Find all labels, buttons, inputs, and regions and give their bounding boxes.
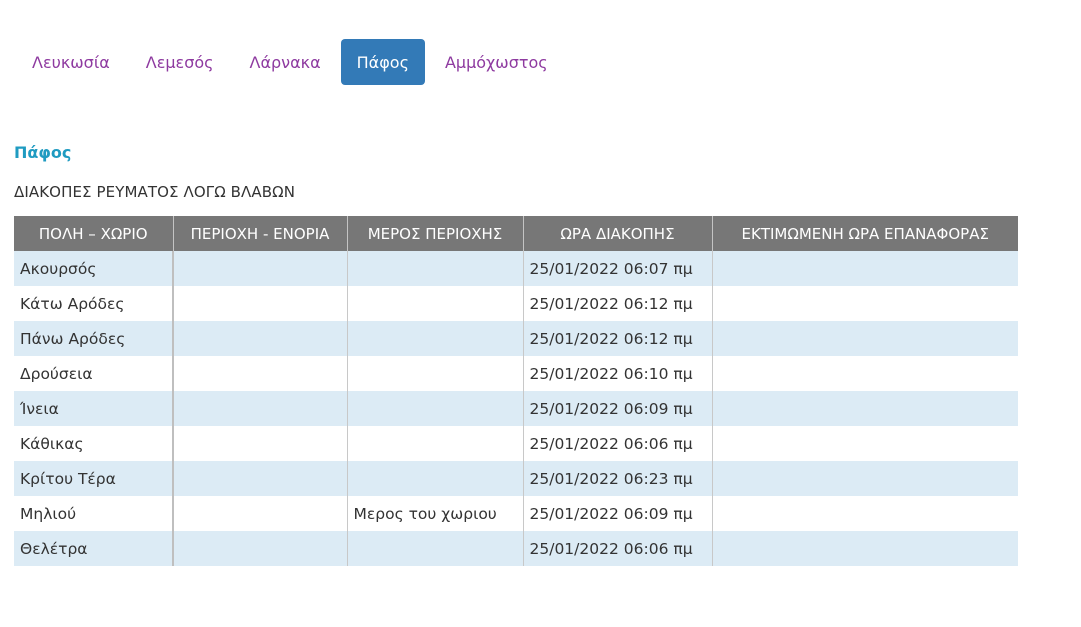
- cell-area-part: Μερος του χωριου: [347, 496, 524, 531]
- cell-area-parish: [173, 391, 348, 426]
- district-tabs: Λευκωσία Λεμεσός Λάρνακα Πάφος Αμμόχωστο…: [16, 39, 568, 85]
- table-row: Πάνω Αρόδες 25/01/2022 06:12 πμ: [14, 321, 1018, 356]
- cell-estimated-restore: [712, 531, 1018, 566]
- cell-village: Δρούσεια: [14, 356, 174, 391]
- tab-larnaka[interactable]: Λάρνακα: [234, 39, 337, 85]
- cell-area-part: [347, 531, 524, 566]
- cell-village: Πάνω Αρόδες: [14, 321, 174, 356]
- cell-area-part: [347, 251, 524, 286]
- cell-village: Ίνεια: [14, 391, 174, 426]
- cell-outage-time: 25/01/2022 06:09 πμ: [523, 496, 713, 531]
- cell-outage-time: 25/01/2022 06:10 πμ: [523, 356, 713, 391]
- tab-lefkosia[interactable]: Λευκωσία: [16, 39, 126, 85]
- cell-area-part: [347, 356, 524, 391]
- cell-estimated-restore: [712, 496, 1018, 531]
- cell-area-parish: [173, 461, 348, 496]
- cell-outage-time: 25/01/2022 06:06 πμ: [523, 426, 713, 461]
- header-area-parish: ΠΕΡΙΟΧΗ - ΕΝΟΡΙΑ: [173, 216, 348, 251]
- table-row: Ίνεια 25/01/2022 06:09 πμ: [14, 391, 1018, 426]
- tab-pafos[interactable]: Πάφος: [340, 39, 425, 85]
- tab-ammochostos[interactable]: Αμμόχωστος: [429, 39, 564, 85]
- cell-area-parish: [173, 426, 348, 461]
- table-row: Δρούσεια 25/01/2022 06:10 πμ: [14, 356, 1018, 391]
- cell-area-part: [347, 286, 524, 321]
- cell-outage-time: 25/01/2022 06:06 πμ: [523, 531, 713, 566]
- cell-outage-time: 25/01/2022 06:23 πμ: [523, 461, 713, 496]
- cell-outage-time: 25/01/2022 06:12 πμ: [523, 321, 713, 356]
- cell-area-parish: [173, 356, 348, 391]
- section-subtitle: ΔΙΑΚΟΠΕΣ ΡΕΥΜΑΤΟΣ ΛΟΓΩ ΒΛΑΒΩΝ: [14, 183, 296, 201]
- table-row: Μηλιού Μερος του χωριου 25/01/2022 06:09…: [14, 496, 1018, 531]
- tab-lemesos[interactable]: Λεμεσός: [130, 39, 230, 85]
- cell-outage-time: 25/01/2022 06:09 πμ: [523, 391, 713, 426]
- cell-area-part: [347, 321, 524, 356]
- cell-estimated-restore: [712, 356, 1018, 391]
- cell-area-part: [347, 461, 524, 496]
- table-row: Κάτω Αρόδες 25/01/2022 06:12 πμ: [14, 286, 1018, 321]
- cell-village: Κάτω Αρόδες: [14, 286, 174, 321]
- header-estimated-restore: ΕΚΤΙΜΩΜΕΝΗ ΩΡΑ ΕΠΑΝΑΦΟΡΑΣ: [712, 216, 1018, 251]
- header-outage-time: ΩΡΑ ΔΙΑΚΟΠΗΣ: [523, 216, 713, 251]
- cell-estimated-restore: [712, 461, 1018, 496]
- header-area-part: ΜΕΡΟΣ ΠΕΡΙΟΧΗΣ: [347, 216, 524, 251]
- cell-area-parish: [173, 251, 348, 286]
- cell-area-parish: [173, 286, 348, 321]
- table-header-row: ΠΟΛΗ – ΧΩΡΙΟ ΠΕΡΙΟΧΗ - ΕΝΟΡΙΑ ΜΕΡΟΣ ΠΕΡΙ…: [14, 216, 1018, 251]
- cell-area-part: [347, 391, 524, 426]
- cell-area-parish: [173, 321, 348, 356]
- cell-estimated-restore: [712, 286, 1018, 321]
- cell-area-parish: [173, 531, 348, 566]
- table-row: Κρίτου Τέρα 25/01/2022 06:23 πμ: [14, 461, 1018, 496]
- cell-estimated-restore: [712, 251, 1018, 286]
- table-row: Ακουρσός 25/01/2022 06:07 πμ: [14, 251, 1018, 286]
- cell-outage-time: 25/01/2022 06:12 πμ: [523, 286, 713, 321]
- table-row: Θελέτρα 25/01/2022 06:06 πμ: [14, 531, 1018, 566]
- cell-village: Θελέτρα: [14, 531, 174, 566]
- section-title: Πάφος: [14, 143, 72, 162]
- cell-area-part: [347, 426, 524, 461]
- cell-village: Κάθικας: [14, 426, 174, 461]
- cell-area-parish: [173, 496, 348, 531]
- outages-table: ΠΟΛΗ – ΧΩΡΙΟ ΠΕΡΙΟΧΗ - ΕΝΟΡΙΑ ΜΕΡΟΣ ΠΕΡΙ…: [14, 216, 1018, 566]
- cell-village: Μηλιού: [14, 496, 174, 531]
- table-row: Κάθικας 25/01/2022 06:06 πμ: [14, 426, 1018, 461]
- cell-estimated-restore: [712, 321, 1018, 356]
- cell-estimated-restore: [712, 426, 1018, 461]
- cell-village: Ακουρσός: [14, 251, 174, 286]
- cell-estimated-restore: [712, 391, 1018, 426]
- cell-outage-time: 25/01/2022 06:07 πμ: [523, 251, 713, 286]
- header-village: ΠΟΛΗ – ΧΩΡΙΟ: [14, 216, 174, 251]
- cell-village: Κρίτου Τέρα: [14, 461, 174, 496]
